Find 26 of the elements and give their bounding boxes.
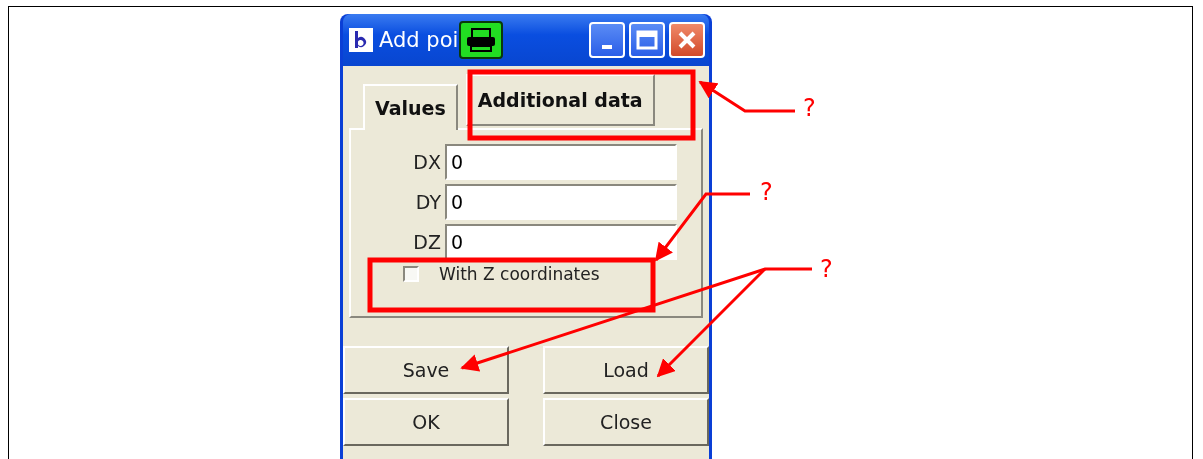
maximize-icon <box>636 30 658 50</box>
minimize-icon <box>602 45 612 49</box>
checkbox[interactable] <box>403 266 419 282</box>
checkbox-label: With Z coordinates <box>439 264 600 284</box>
close-icon <box>677 30 697 50</box>
dialog-button[interactable]: Save <box>343 346 509 394</box>
question-mark: ? <box>803 96 816 120</box>
field-label: DX <box>412 151 441 173</box>
window-title: Add poi <box>379 28 459 52</box>
input-field[interactable]: 0 <box>445 184 677 220</box>
maximize-button[interactable] <box>629 22 665 58</box>
question-mark: ? <box>760 180 773 204</box>
dialog-button[interactable]: OK <box>343 398 509 446</box>
input-field[interactable]: 0 <box>445 224 677 260</box>
question-mark: ? <box>820 257 833 281</box>
tab[interactable]: Additional data <box>465 74 655 126</box>
dialog-button[interactable]: Load <box>543 346 709 394</box>
field-label: DY <box>414 191 441 213</box>
minimize-button[interactable] <box>589 22 625 58</box>
close-button[interactable] <box>669 22 705 58</box>
dialog-button[interactable]: Close <box>543 398 709 446</box>
printer-icon[interactable] <box>459 21 504 59</box>
tab[interactable]: Values <box>363 84 458 130</box>
app-logo-icon <box>349 28 373 52</box>
input-field[interactable]: 0 <box>445 144 677 180</box>
field-label: DZ <box>412 231 441 253</box>
